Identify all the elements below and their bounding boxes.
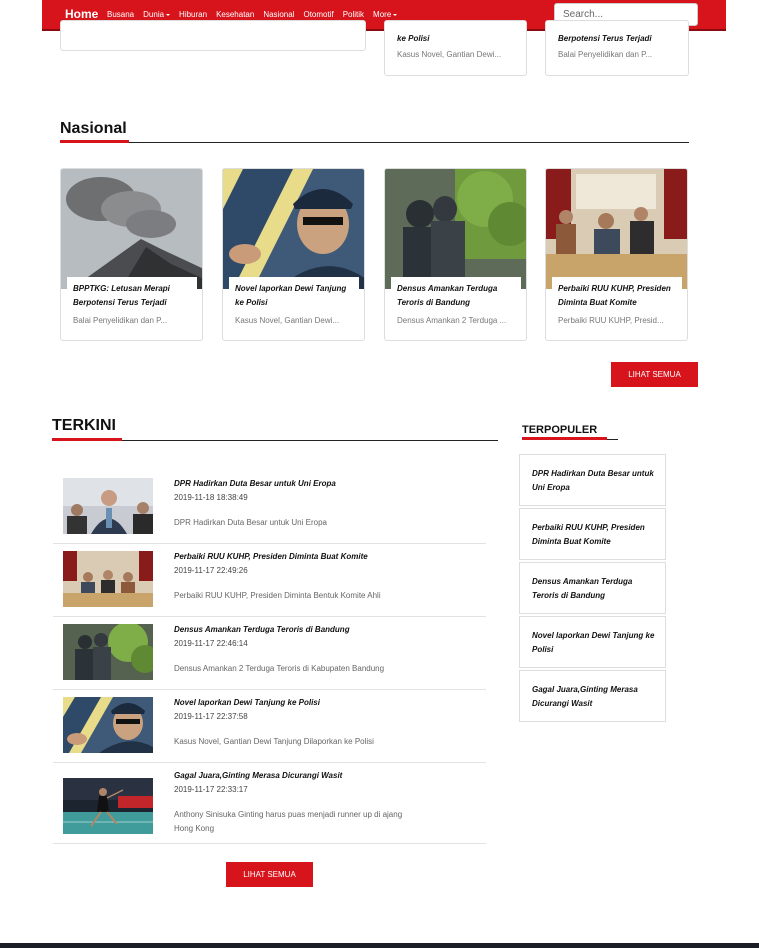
lihat-semua-terkini-button[interactable]: LIHAT SEMUA (226, 862, 313, 887)
popular-item[interactable]: Perbaiki RUU KUHP, Presiden Diminta Buat… (519, 508, 666, 560)
list-item[interactable]: DPR Hadirkan Duta Besar untuk Uni Eropa … (53, 471, 486, 544)
caret-down-icon (166, 13, 171, 16)
card-title: Berpotensi Terus Terjadi (558, 34, 652, 43)
news-caption: Perbaiki RUU KUHP, Presiden Diminta Buat… (552, 277, 682, 325)
list-item[interactable]: Novel laporkan Dewi Tanjung ke Polisi 20… (53, 690, 486, 763)
article-title[interactable]: Novel laporkan Dewi Tanjung ke Polisi (174, 698, 320, 707)
article-title[interactable]: Perbaiki RUU KUHP, Presiden Diminta Buat… (174, 552, 368, 561)
section-accent-bar (60, 140, 129, 143)
lihat-semua-nasional-button[interactable]: LIHAT SEMUA (611, 362, 698, 387)
popular-item-title[interactable]: Novel laporkan Dewi Tanjung ke Polisi (532, 629, 657, 657)
thumbnail-image (63, 624, 153, 680)
nav-item-dunia[interactable]: Dunia (143, 10, 171, 19)
nav-item-busana[interactable]: Busana (107, 10, 134, 19)
article-summary: Densus Amankan 2 Terduga Teroris di Kabu… (174, 664, 385, 673)
nav-item-nasional[interactable]: Nasional (263, 10, 294, 19)
news-summary: Balai Penyelidikan dan P... (73, 316, 168, 325)
article-date: 2019-11-18 18:38:49 (174, 493, 248, 502)
article-title[interactable]: Gagal Juara,Ginting Merasa Dicurangi Was… (174, 771, 342, 780)
news-image-densus (385, 169, 526, 289)
news-title[interactable]: BPPTKG: Letusan Merapi Berpotensi Terus … (73, 282, 191, 310)
section-title-nasional: Nasional (60, 120, 127, 137)
popular-item[interactable]: DPR Hadirkan Duta Besar untuk Uni Eropa (519, 454, 666, 506)
thumbnail-image (63, 478, 153, 534)
nav-item-politik[interactable]: Politik (343, 10, 364, 19)
popular-item-title[interactable]: DPR Hadirkan Duta Besar untuk Uni Eropa (532, 467, 657, 495)
partial-card-novel[interactable]: ke Polisi Kasus Novel, Gantian Dewi... (384, 20, 527, 76)
news-title[interactable]: Densus Amankan Terduga Teroris di Bandun… (397, 282, 515, 310)
news-summary: Densus Amankan 2 Terduga ... (397, 316, 507, 325)
nav-item-kesehatan[interactable]: Kesehatan (216, 10, 254, 19)
partial-card-bpptkg[interactable]: Berpotensi Terus Terjadi Balai Penyelidi… (545, 20, 689, 76)
popular-item[interactable]: Novel laporkan Dewi Tanjung ke Polisi (519, 616, 666, 668)
nav-menu: Busana Dunia Hiburan Kesehatan Nasional … (107, 10, 406, 19)
caret-down-icon (393, 13, 398, 16)
card-summary: Kasus Novel, Gantian Dewi... (397, 50, 502, 59)
news-caption: Densus Amankan Terduga Teroris di Bandun… (391, 277, 521, 325)
popular-item-title[interactable]: Densus Amankan Terduga Teroris di Bandun… (532, 575, 657, 603)
news-image-meeting (546, 169, 687, 289)
nav-item-otomotif[interactable]: Otomotif (303, 10, 333, 19)
card-title: ke Polisi (397, 34, 430, 43)
partial-card-left[interactable] (60, 20, 366, 51)
news-summary: Perbaiki RUU KUHP, Presid... (558, 316, 664, 325)
thumbnail-image (63, 697, 153, 753)
section-divider (60, 142, 689, 143)
article-date: 2019-11-17 22:33:17 (174, 785, 248, 794)
news-card[interactable]: Perbaiki RUU KUHP, Presiden Diminta Buat… (545, 168, 688, 341)
nav-home-link[interactable]: Home (65, 7, 98, 21)
list-item[interactable]: Perbaiki RUU KUHP, Presiden Diminta Buat… (53, 544, 486, 617)
list-item[interactable]: Gagal Juara,Ginting Merasa Dicurangi Was… (53, 763, 486, 844)
article-summary: Kasus Novel, Gantian Dewi Tanjung Dilapo… (174, 737, 374, 746)
news-caption: Novel laporkan Dewi Tanjung ke Polisi Ka… (229, 277, 359, 325)
article-summary: Perbaiki RUU KUHP, Presiden Diminta Bent… (174, 591, 381, 600)
section-accent-bar (522, 437, 607, 440)
news-title[interactable]: Novel laporkan Dewi Tanjung ke Polisi (235, 282, 353, 310)
thumbnail-image (63, 551, 153, 607)
article-summary: DPR Hadirkan Duta Besar untuk Uni Eropa (174, 518, 327, 527)
news-card[interactable]: BPPTKG: Letusan Merapi Berpotensi Terus … (60, 168, 203, 341)
card-summary: Balai Penyelidikan dan P... (558, 50, 653, 59)
footer-bar (0, 943, 759, 948)
nav-item-more[interactable]: More (373, 10, 398, 19)
nav-item-hiburan[interactable]: Hiburan (179, 10, 207, 19)
popular-item-title[interactable]: Gagal Juara,Ginting Merasa Dicurangi Was… (532, 683, 657, 711)
article-summary: Anthony Sinisuka Ginting harus puas menj… (174, 810, 403, 833)
popular-item[interactable]: Gagal Juara,Ginting Merasa Dicurangi Was… (519, 670, 666, 722)
article-date: 2019-11-17 22:49:26 (174, 566, 248, 575)
news-image-volcano (61, 169, 202, 289)
section-title-terpopuler: TERPOPULER (522, 424, 598, 436)
article-title[interactable]: Densus Amankan Terduga Teroris di Bandun… (174, 625, 350, 634)
news-summary: Kasus Novel, Gantian Dewi... (235, 316, 340, 325)
news-image-novel (223, 169, 364, 289)
popular-item-title[interactable]: Perbaiki RUU KUHP, Presiden Diminta Buat… (532, 521, 657, 549)
news-card[interactable]: Novel laporkan Dewi Tanjung ke Polisi Ka… (222, 168, 365, 341)
article-date: 2019-11-17 22:46:14 (174, 639, 248, 648)
thumbnail-image (63, 778, 153, 834)
list-item[interactable]: Densus Amankan Terduga Teroris di Bandun… (53, 617, 486, 690)
news-card[interactable]: Densus Amankan Terduga Teroris di Bandun… (384, 168, 527, 341)
section-title-terkini: TERKINI (52, 417, 116, 434)
article-date: 2019-11-17 22:37:58 (174, 712, 248, 721)
popular-item[interactable]: Densus Amankan Terduga Teroris di Bandun… (519, 562, 666, 614)
article-title[interactable]: DPR Hadirkan Duta Besar untuk Uni Eropa (174, 479, 336, 488)
news-title[interactable]: Perbaiki RUU KUHP, Presiden Diminta Buat… (558, 282, 676, 310)
news-caption: BPPTKG: Letusan Merapi Berpotensi Terus … (67, 277, 197, 325)
section-accent-bar (52, 438, 122, 441)
